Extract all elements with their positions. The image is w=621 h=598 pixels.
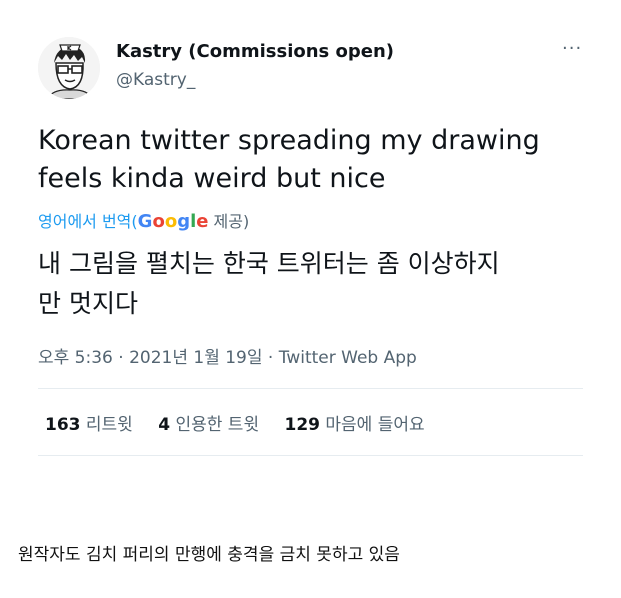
translation-attribution: 영어에서 번역(Google 제공) [38,208,249,232]
google-logo-letter: o [152,211,165,232]
translated-text: 내 그림을 펼치는 한국 트위터는 좀 이상하지 만 멋지다 [38,244,608,324]
quotes-label: 인용한 트윗 [175,415,260,435]
quotes-count: 4 [158,415,171,435]
tweet-time[interactable]: 오후 5:36 [38,348,113,368]
google-logo-letter: o [164,211,178,232]
translate-suffix: 제공) [208,212,250,231]
tweet-text: Korean twitter spreading my drawing feel… [38,122,598,198]
more-options-icon[interactable]: ··· [562,38,582,59]
likes-count: 129 [284,415,321,435]
author-display-name[interactable]: Kastry (Commissions open) [116,41,394,62]
likes-stat[interactable]: 129 마음에 들어요 [285,415,425,435]
cartoon-avatar-icon [38,37,100,99]
tweet-card: Kastry (Commissions open) @Kastry_ ··· K… [0,0,621,480]
tweet-source[interactable]: Twitter Web App [279,348,417,368]
meta-separator: · [262,348,279,368]
divider [38,455,583,456]
author-handle[interactable]: @Kastry_ [116,70,195,90]
retweets-count: 163 [45,415,81,435]
translated-text-line: 내 그림을 펼치는 한국 트위터는 좀 이상하지 [38,249,500,278]
tweet-stats: 163 리트윗 4 인용한 트윗 129 마음에 들어요 [45,410,445,435]
google-logo-letter: e [196,211,209,232]
translated-text-line: 만 멋지다 [38,289,138,318]
retweets-stat[interactable]: 163 리트윗 [45,415,133,435]
divider [38,388,583,389]
avatar[interactable] [38,37,100,99]
post-caption: 원작자도 김치 퍼리의 만행에 충격을 금치 못하고 있음 [18,545,400,565]
tweet-meta: 오후 5:36 · 2021년 1월 19일 · Twitter Web App [38,343,417,368]
google-logo-letter: G [137,211,153,232]
quotes-stat[interactable]: 4 인용한 트윗 [158,415,259,435]
translate-link[interactable]: 영어에서 번역( [38,212,138,231]
retweets-label: 리트윗 [85,415,133,435]
tweet-date[interactable]: 2021년 1월 19일 [129,348,262,368]
meta-separator: · [112,348,130,368]
tweet-text-line: Korean twitter spreading my drawing [38,125,540,156]
google-logo: Google [138,211,209,232]
tweet-text-line: feels kinda weird but nice [38,163,386,194]
google-logo-letter: g [177,211,191,232]
likes-label: 마음에 들어요 [325,415,425,435]
